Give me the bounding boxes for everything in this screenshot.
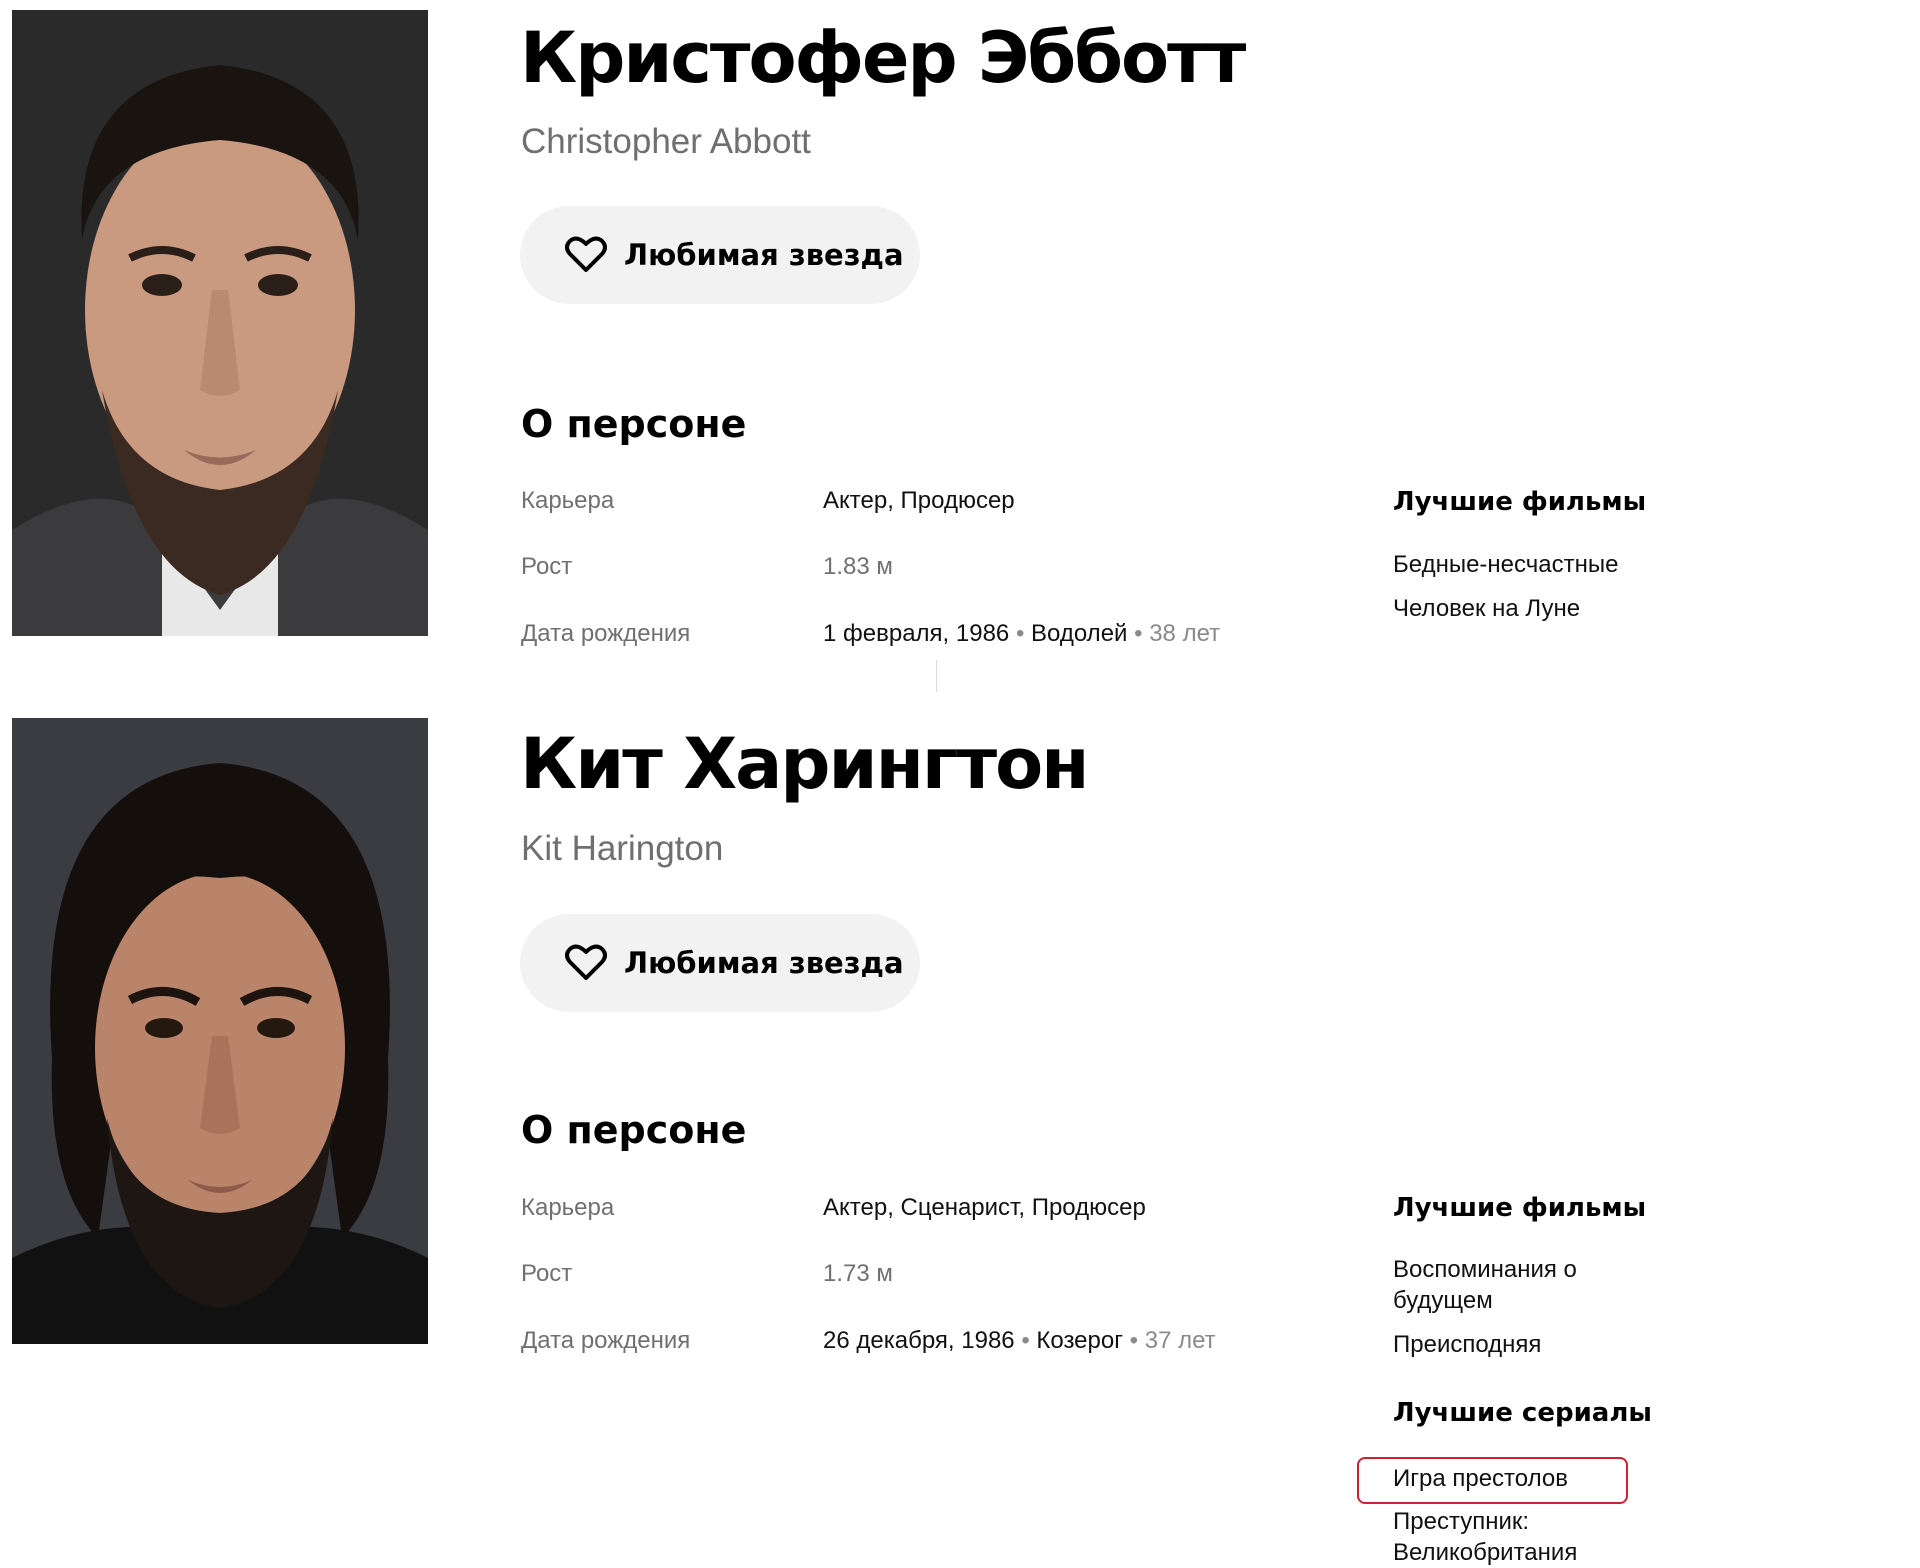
birth-date: 26 декабря, 1986: [823, 1327, 1015, 1354]
best-film-item[interactable]: Воспоминания о будущем: [1393, 1254, 1633, 1316]
person-name-en: Kit Harington: [521, 829, 724, 868]
favorite-star-label: Любимая звезда: [624, 946, 904, 980]
best-series-link[interactable]: Преступник: Великобритания: [1393, 1508, 1577, 1566]
zodiac-sign: Козерог: [1036, 1327, 1123, 1354]
about-person-title: О персоне: [521, 402, 747, 446]
zodiac-sign: Водолей: [1031, 620, 1128, 647]
person-photo: [12, 10, 428, 636]
best-film-link[interactable]: Бедные-несчастные: [1393, 551, 1618, 578]
birth-date: 1 февраля, 1986: [823, 620, 1010, 647]
best-film-item[interactable]: Человек на Луне: [1393, 593, 1633, 624]
person-name-ru: Кристофер Эбботт: [520, 17, 1246, 99]
heart-icon: [565, 235, 607, 276]
best-series-item[interactable]: Игра престолов: [1393, 1463, 1633, 1494]
career-value: Актер, Продюсер: [823, 487, 1015, 514]
career-label: Карьера: [521, 1194, 615, 1221]
career-label: Карьера: [521, 487, 615, 514]
best-film-link[interactable]: Преисподняя: [1393, 1331, 1541, 1358]
birth-date-label: Дата рождения: [521, 620, 691, 647]
separator-dot: •: [1015, 620, 1032, 647]
best-film-link[interactable]: Воспоминания о будущем: [1393, 1256, 1577, 1314]
best-films-title: Лучшие фильмы: [1393, 487, 1647, 517]
best-films-title: Лучшие фильмы: [1393, 1193, 1647, 1223]
person-name-en: Christopher Abbott: [521, 122, 811, 161]
height-label: Рост: [521, 1260, 573, 1287]
best-series-link[interactable]: Игра престолов: [1393, 1465, 1568, 1492]
age: 38 лет: [1149, 620, 1221, 647]
height-value: 1.83 м: [823, 553, 893, 580]
birth-date-label: Дата рождения: [521, 1327, 691, 1354]
about-person-title: О персоне: [521, 1108, 747, 1152]
age: 37 лет: [1144, 1327, 1216, 1354]
heart-icon: [565, 943, 607, 984]
career-value: Актер, Сценарист, Продюсер: [823, 1194, 1146, 1221]
person-photo: [12, 718, 428, 1344]
favorite-star-label: Любимая звезда: [624, 238, 904, 272]
best-film-item[interactable]: Преисподняя: [1393, 1329, 1633, 1360]
height-value: 1.73 м: [823, 1260, 893, 1287]
best-series-title: Лучшие сериалы: [1393, 1398, 1652, 1428]
separator-dot: •: [1021, 1327, 1037, 1354]
best-film-item[interactable]: Бедные-несчастные: [1393, 549, 1633, 580]
separator-dot: •: [1134, 620, 1150, 647]
height-label: Рост: [521, 553, 573, 580]
birth-date-value: 26 декабря, 1986 • Козерог • 37 лет: [823, 1329, 1216, 1353]
separator-dot: •: [1129, 1327, 1145, 1354]
divider: [936, 660, 937, 692]
person-name-ru: Кит Харингтон: [520, 723, 1090, 805]
favorite-star-button[interactable]: Любимая звезда: [520, 914, 920, 1012]
best-film-link[interactable]: Человек на Луне: [1393, 595, 1580, 622]
best-series-item[interactable]: Преступник: Великобритания: [1393, 1506, 1633, 1568]
favorite-star-button[interactable]: Любимая звезда: [520, 206, 920, 304]
birth-date-value: 1 февраля, 1986 • Водолей • 38 лет: [823, 622, 1220, 646]
